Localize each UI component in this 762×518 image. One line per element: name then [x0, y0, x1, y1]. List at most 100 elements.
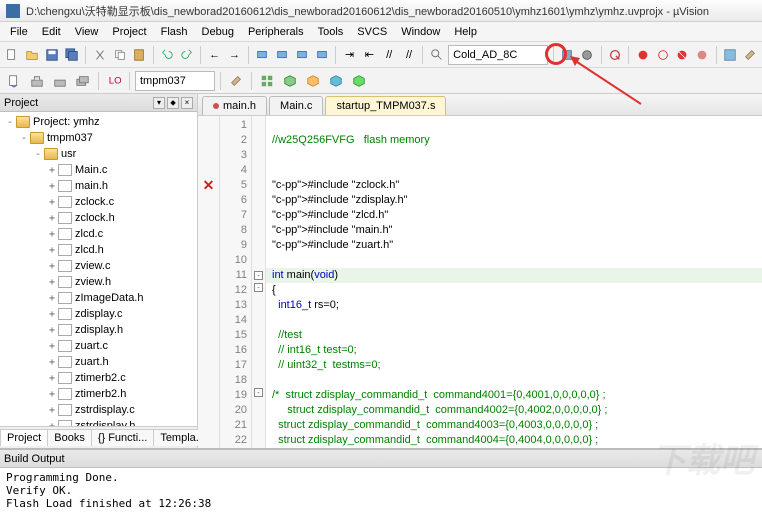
tree-file[interactable]: +Main.c [0, 162, 197, 178]
editor-area: main.hMain.cstartup_TMPM037.s ✕ 12345678… [198, 94, 762, 448]
menu-flash[interactable]: Flash [155, 24, 194, 40]
bookmark-icon[interactable] [254, 45, 271, 65]
download-icon[interactable]: LOAD [104, 71, 124, 91]
build-icon[interactable] [27, 71, 47, 91]
svg-text:LOAD: LOAD [109, 75, 121, 86]
debug-settings-icon[interactable] [579, 45, 596, 65]
copy-icon[interactable] [111, 45, 128, 65]
menu-window[interactable]: Window [395, 24, 446, 40]
tree-root[interactable]: -Project: ymhz [0, 114, 197, 130]
editor-tab[interactable]: startup_TMPM037.s [325, 96, 446, 115]
uncomment-icon[interactable]: // [401, 45, 418, 65]
tree-file[interactable]: +zstrdisplay.h [0, 418, 197, 426]
build-output-title: Build Output [4, 453, 65, 465]
tree-file[interactable]: +zview.c [0, 258, 197, 274]
editor-tab[interactable]: main.h [202, 96, 267, 115]
new-file-icon[interactable] [4, 45, 21, 65]
editor-tabs: main.hMain.cstartup_TMPM037.s [198, 94, 762, 116]
panel-close-icon[interactable]: × [181, 97, 193, 109]
find-icon[interactable] [428, 45, 445, 65]
bookmark-clear-icon[interactable] [313, 45, 330, 65]
tree-file[interactable]: +zuart.c [0, 338, 197, 354]
menu-tools[interactable]: Tools [312, 24, 350, 40]
outdent-icon[interactable]: ⇤ [361, 45, 378, 65]
manage-components-icon[interactable] [280, 71, 300, 91]
toolbar-main: ← → ⇥ ⇤ // // Cold_AD_8C [0, 42, 762, 68]
tree-file[interactable]: +ztimerb2.c [0, 370, 197, 386]
tree-file[interactable]: +zclock.c [0, 194, 197, 210]
tree-file[interactable]: +zlcd.h [0, 242, 197, 258]
menu-peripherals[interactable]: Peripherals [242, 24, 310, 40]
tab-project[interactable]: Project [0, 429, 48, 446]
build-output-text[interactable]: Programming Done. Verify OK. Flash Load … [0, 468, 762, 518]
save-icon[interactable] [44, 45, 61, 65]
tree-file[interactable]: +main.h [0, 178, 197, 194]
tree-file[interactable]: +zview.h [0, 274, 197, 290]
fold-margin[interactable]: --- [252, 116, 266, 448]
menu-project[interactable]: Project [106, 24, 152, 40]
window-title: D:\chengxu\沃特勒显示板\dis_newborad20160612\d… [26, 3, 709, 19]
indent-icon[interactable]: ⇥ [341, 45, 358, 65]
tab-books[interactable]: Books [47, 429, 92, 446]
project-tree[interactable]: -Project: ymhz-tmpm037-usr+Main.c+main.h… [0, 112, 197, 426]
editor-tab[interactable]: Main.c [269, 96, 323, 115]
menu-edit[interactable]: Edit [36, 24, 67, 40]
redo-icon[interactable] [179, 45, 196, 65]
paste-icon[interactable] [131, 45, 148, 65]
find-combo-text: Cold_AD_8C [453, 49, 517, 61]
breakpoint-insert-icon[interactable] [634, 45, 651, 65]
nav-back-icon[interactable]: ← [206, 45, 223, 65]
pack-icon[interactable] [349, 71, 369, 91]
breakpoint-toggle-icon[interactable] [694, 45, 711, 65]
bookmark-prev-icon[interactable] [274, 45, 291, 65]
save-all-icon[interactable] [64, 45, 81, 65]
debug-config-icon[interactable] [559, 45, 576, 65]
project-bottom-tabs: Project Books {}Functi... Templa... [0, 426, 197, 448]
code-text[interactable]: //w25Q256FVFG flash memory"c-pp">#includ… [266, 116, 762, 448]
breakpoint-killall-icon[interactable] [674, 45, 691, 65]
rebuild-icon[interactable] [50, 71, 70, 91]
cut-icon[interactable] [91, 45, 108, 65]
build-output-header: Build Output [0, 450, 762, 468]
menu-file[interactable]: File [4, 24, 34, 40]
menu-view[interactable]: View [69, 24, 105, 40]
tree-file[interactable]: +ztimerb2.h [0, 386, 197, 402]
main-area: Project ▾ ⬥ × -Project: ymhz-tmpm037-usr… [0, 94, 762, 448]
tree-file[interactable]: +zclock.h [0, 210, 197, 226]
menu-svcs[interactable]: SVCS [351, 24, 393, 40]
toolbar-build: LOAD tmpm037 [0, 68, 762, 94]
open-file-icon[interactable] [24, 45, 41, 65]
manage-rte-icon[interactable] [303, 71, 323, 91]
nav-fwd-icon[interactable]: → [226, 45, 243, 65]
window-layout-icon[interactable] [721, 45, 738, 65]
pack-installer-icon[interactable] [326, 71, 346, 91]
menu-help[interactable]: Help [448, 24, 483, 40]
comment-icon[interactable]: // [381, 45, 398, 65]
breakpoint-disable-icon[interactable] [654, 45, 671, 65]
tree-file[interactable]: +zlcd.c [0, 226, 197, 242]
panel-dropdown-icon[interactable]: ▾ [153, 97, 165, 109]
translate-icon[interactable] [4, 71, 24, 91]
tree-file[interactable]: +zstrdisplay.c [0, 402, 197, 418]
tree-file[interactable]: +zuart.h [0, 354, 197, 370]
tree-file[interactable]: +zdisplay.h [0, 322, 197, 338]
code-area[interactable]: ✕ 12345678910111213141516171819202122232… [198, 116, 762, 448]
target-options-icon[interactable] [226, 71, 246, 91]
configure-icon[interactable] [741, 45, 758, 65]
panel-pin-icon[interactable]: ⬥ [167, 97, 179, 109]
app-icon [6, 4, 20, 18]
manage-icon[interactable] [257, 71, 277, 91]
tree-target[interactable]: -tmpm037 [0, 130, 197, 146]
undo-icon[interactable] [159, 45, 176, 65]
batch-build-icon[interactable] [73, 71, 93, 91]
tree-file[interactable]: +zImageData.h [0, 290, 197, 306]
tab-functions[interactable]: {}Functi... [91, 429, 154, 446]
target-combo-text: tmpm037 [140, 75, 186, 87]
tree-group[interactable]: -usr [0, 146, 197, 162]
target-combo[interactable]: tmpm037 [135, 71, 215, 91]
tree-file[interactable]: +zdisplay.c [0, 306, 197, 322]
bookmark-next-icon[interactable] [293, 45, 310, 65]
find-combo[interactable]: Cold_AD_8C [448, 45, 548, 65]
debug-start-icon[interactable] [607, 45, 624, 65]
menu-debug[interactable]: Debug [196, 24, 240, 40]
